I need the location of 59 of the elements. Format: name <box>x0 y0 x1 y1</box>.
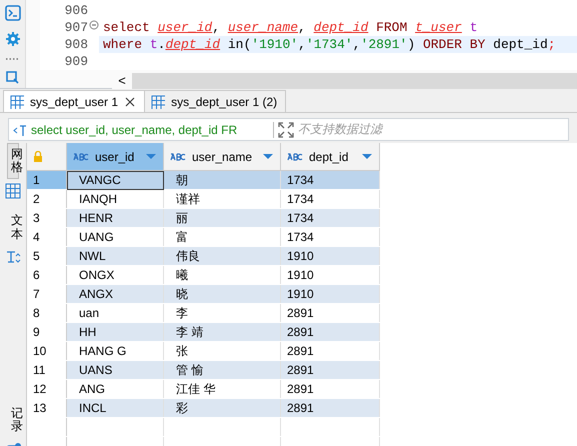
fold-icon[interactable] <box>89 20 99 30</box>
string-type-icon[interactable] <box>287 152 305 162</box>
query-text: select user_id, user_name, dept_id FR <box>31 122 238 136</box>
table-cell: HH <box>66 322 164 342</box>
table-cell: ANGX <box>66 284 164 304</box>
line-number: 907 <box>64 20 89 35</box>
terminal-icon[interactable] <box>4 5 20 21</box>
string-type-icon[interactable] <box>73 152 91 162</box>
table-row[interactable]: 1 VANGC 朝 1734 <box>27 170 380 190</box>
table-cell: 李 靖 <box>164 322 280 342</box>
table-cell: 彩 <box>164 398 280 418</box>
table-cell: NWL <box>66 246 164 266</box>
table-cell: HENR <box>66 208 164 228</box>
column-header[interactable]: dept_id <box>280 143 380 170</box>
query-icon[interactable] <box>13 122 27 136</box>
table-icon[interactable] <box>151 94 166 108</box>
sql-statement: where t.dept_id in('1910','1734','2891') ORDER BY dept_id; <box>103 37 556 52</box>
table-cell: 丽 <box>164 208 280 228</box>
expand-icon[interactable] <box>278 122 294 138</box>
table-cell: 1910 <box>280 284 380 304</box>
table-cell: UANS <box>66 360 164 380</box>
table-cell: 1734 <box>280 208 380 228</box>
table-row[interactable]: 9 HH 李 靖 2891 <box>27 322 380 342</box>
table-cell: 2891 <box>280 398 380 418</box>
table-row[interactable]: 5 NWL 伟良 1910 <box>27 246 380 266</box>
result-tab[interactable]: sys_dept_user 1 <box>3 90 146 112</box>
table-cell: INCL <box>66 398 164 418</box>
column-header[interactable]: user_id <box>66 143 164 170</box>
column-header[interactable]: user_name <box>164 143 280 170</box>
result-tab[interactable]: sys_dept_user 1 (2) <box>144 90 286 112</box>
table-row[interactable]: 11 UANS 管 愉 2891 <box>27 360 380 380</box>
table-cell: 伟良 <box>164 246 280 266</box>
string-type-icon[interactable] <box>170 152 188 162</box>
table-row[interactable]: 3 HENR 丽 1734 <box>27 208 380 228</box>
table-row[interactable]: 7 ANGX 晓 1910 <box>27 284 380 304</box>
table-cell: 1910 <box>280 246 380 266</box>
row-number: 1 <box>27 170 66 190</box>
table-cell: 朝 <box>164 170 280 190</box>
dropdown-icon[interactable] <box>145 153 157 160</box>
scroll-left-button[interactable]: < <box>112 73 132 90</box>
line-number: 909 <box>64 54 89 69</box>
sql-statement: select user_id, user_name, dept_id FROM t_user t <box>103 20 478 35</box>
table-cell: 1734 <box>280 170 380 190</box>
grid-icon[interactable] <box>5 183 21 200</box>
more-icon[interactable] <box>4 57 20 60</box>
line-number: 906 <box>64 3 89 18</box>
table-row[interactable]: 13 INCL 彩 2891 <box>27 398 380 418</box>
table-cell: 晓 <box>164 284 280 304</box>
text-icon[interactable] <box>5 250 21 264</box>
line-number: 908 <box>64 37 89 52</box>
table-cell: 2891 <box>280 322 380 342</box>
close-icon[interactable] <box>124 96 136 108</box>
dropdown-icon[interactable] <box>262 153 274 160</box>
table-cell: VANGC <box>66 170 164 190</box>
table-cell: 管 愉 <box>164 360 280 380</box>
table-icon[interactable] <box>10 94 24 108</box>
table-cell: 2891 <box>280 360 380 380</box>
settings-icon[interactable] <box>4 31 20 47</box>
dropdown-icon[interactable] <box>361 153 373 160</box>
